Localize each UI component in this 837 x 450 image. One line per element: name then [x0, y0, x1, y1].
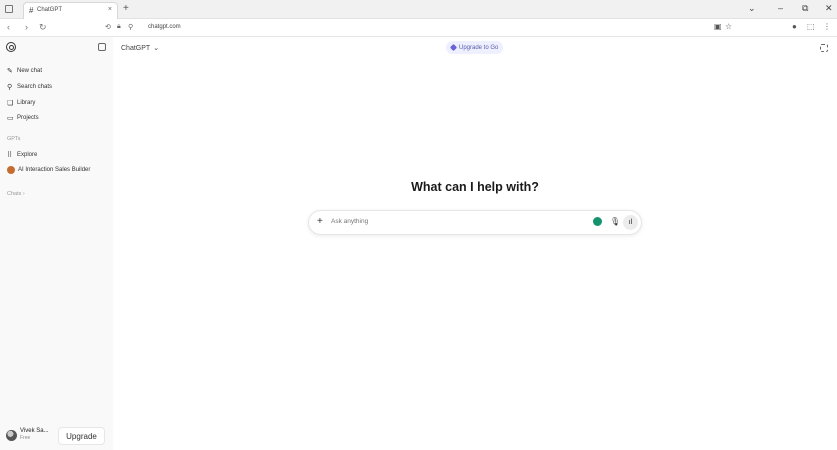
extension-icon[interactable]: [593, 217, 602, 226]
model-selector[interactable]: ChatGPT ⌄: [121, 44, 160, 53]
upgrade-pill-label: Upgrade to Go: [459, 44, 499, 51]
url-prefix-icon: ⚲: [128, 24, 134, 31]
composer: + 🎙 ıl: [308, 210, 642, 235]
upgrade-pill-button[interactable]: Upgrade to Go: [446, 41, 504, 54]
lock-icon[interactable]: 🔒︎: [117, 23, 121, 31]
close-sidebar-icon[interactable]: [98, 43, 106, 51]
reload-icon[interactable]: ↻: [39, 22, 47, 33]
tab-list-chevron-icon[interactable]: ⌄: [748, 3, 756, 14]
temporary-chat-icon[interactable]: [820, 44, 828, 52]
model-name: ChatGPT: [121, 44, 151, 52]
tab-favicon-icon: #: [29, 6, 34, 15]
forward-icon[interactable]: ›: [25, 22, 28, 32]
chats-section-title[interactable]: Chats ›: [7, 191, 25, 197]
bookmark-star-icon[interactable]: ☆: [725, 22, 732, 31]
sidebar-panel-icon[interactable]: ⬚: [807, 22, 815, 31]
user-plan: Free: [20, 435, 31, 441]
window-close-icon[interactable]: ✕: [825, 3, 833, 14]
upgrade-button[interactable]: Upgrade: [58, 427, 105, 445]
sidebar-item-label: Library: [17, 100, 36, 106]
page-title: What can I help with?: [411, 180, 539, 194]
sidebar-item-new-chat[interactable]: ✎ New chat: [7, 65, 107, 77]
sidebar-item-gpt[interactable]: AI Interaction Sales Builder: [7, 164, 107, 176]
grid-icon: ⠿: [7, 152, 13, 159]
add-attachment-icon[interactable]: +: [317, 216, 323, 227]
sparkle-icon: [449, 43, 458, 52]
new-tab-icon[interactable]: +: [123, 3, 129, 14]
microphone-icon[interactable]: 🎙: [610, 217, 620, 226]
sidebar-item-label: AI Interaction Sales Builder: [18, 167, 91, 173]
chevron-down-icon: ⌄: [153, 45, 160, 52]
sidebar: ✎ New chat ⚲ Search chats ❏ Library ▭ Pr…: [0, 37, 113, 450]
gpts-section-title: GPTs: [7, 136, 21, 142]
gpt-avatar-icon: [7, 166, 15, 174]
sidebar-item-label: Projects: [17, 115, 39, 121]
browser-tab-bar: # ChatGPT × + ⌄ – ⧉ ✕: [0, 0, 837, 19]
tab-title: ChatGPT: [37, 7, 63, 13]
tab-actions-icon[interactable]: [5, 5, 13, 13]
url-field[interactable]: chatgpt.com: [148, 24, 181, 30]
site-info-icon[interactable]: ⟲: [105, 23, 111, 31]
sidebar-item-label: Explore: [17, 152, 38, 158]
sidebar-item-label: Search chats: [17, 84, 53, 90]
minimize-icon[interactable]: –: [778, 3, 783, 13]
browser-tab[interactable]: # ChatGPT ×: [23, 2, 118, 19]
account-icon[interactable]: ●: [792, 22, 797, 31]
back-icon[interactable]: ‹: [7, 22, 10, 32]
openai-logo-icon[interactable]: [6, 42, 16, 52]
tab-close-icon[interactable]: ×: [108, 6, 112, 13]
search-icon: ⚲: [7, 84, 13, 91]
voice-mode-button[interactable]: ıl: [623, 215, 638, 230]
menu-icon[interactable]: ⋮: [823, 22, 831, 31]
user-name: Vivek Sa...: [20, 428, 49, 434]
edit-icon: ✎: [7, 68, 13, 75]
folder-icon: ▭: [7, 115, 14, 122]
avatar: [6, 429, 17, 441]
sidebar-item-projects[interactable]: ▭ Projects: [7, 112, 107, 124]
library-icon: ❏: [7, 100, 14, 107]
sidebar-item-search-chats[interactable]: ⚲ Search chats: [7, 81, 107, 93]
screenshot-icon[interactable]: ▣: [714, 22, 722, 31]
user-profile[interactable]: Vivek Sa... Free: [6, 428, 49, 442]
main-content: ChatGPT ⌄ Upgrade to Go What can I help …: [113, 37, 837, 450]
maximize-icon[interactable]: ⧉: [802, 3, 808, 14]
sidebar-item-label: New chat: [17, 68, 43, 74]
address-bar: ‹ › ↻ ⟲ 🔒︎ ⚲ chatgpt.com ▣ ☆ ● ⬚ ⋮: [0, 19, 837, 37]
sidebar-item-explore[interactable]: ⠿ Explore: [7, 149, 107, 161]
sidebar-item-library[interactable]: ❏ Library: [7, 97, 107, 109]
prompt-input[interactable]: [331, 218, 531, 225]
